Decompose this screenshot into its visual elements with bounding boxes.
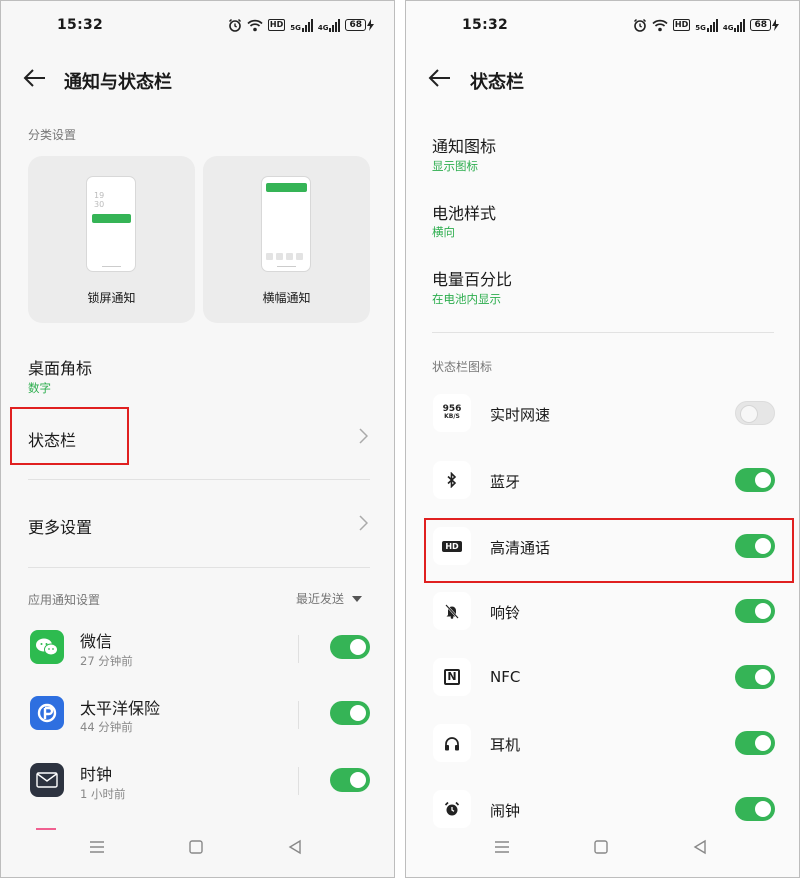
headphones-icon	[433, 724, 471, 762]
alarm-status-icon	[633, 18, 646, 32]
clock-app-icon	[30, 763, 64, 797]
clock-toggle[interactable]	[330, 768, 370, 792]
status-bar: 15:32 HD 5G 4G 68	[406, 15, 799, 37]
toggle-label: 响铃	[490, 604, 521, 622]
headphones-toggle[interactable]	[735, 731, 775, 755]
home-nav-icon[interactable]	[188, 839, 204, 855]
highlight-box-hd-call	[424, 518, 794, 583]
toggle-label: 实时网速	[490, 406, 551, 424]
partial-app-icon	[36, 828, 56, 830]
nfc-icon: N	[433, 658, 471, 696]
banner-preview	[261, 176, 311, 272]
back-arrow-icon[interactable]	[23, 67, 47, 89]
notification-statusbar-screen: 15:32 HD 5G 4G 68 通知与状态栏 分类设置 19 30 锁屏通知	[0, 0, 395, 878]
lockscreen-notification-card[interactable]: 19 30 锁屏通知	[28, 156, 195, 323]
signal-4g-icon: 4G	[723, 18, 746, 32]
hd-status-icon: HD	[672, 19, 691, 31]
battery-icon: 68	[345, 19, 374, 31]
dropdown-arrow-icon	[352, 595, 363, 602]
navigation-bar	[1, 839, 394, 863]
panel-separator	[395, 0, 405, 878]
app-name: 太平洋保险	[80, 699, 161, 718]
page-title: 状态栏	[470, 72, 524, 93]
setting-title: 电量百分比	[432, 270, 513, 289]
chevron-right-icon	[359, 428, 368, 444]
battery-icon: 68	[750, 19, 779, 31]
signal-5g-icon: 5G	[290, 18, 313, 32]
bluetooth-icon	[433, 461, 471, 499]
banner-notification-card[interactable]: 横幅通知	[203, 156, 370, 323]
ringer-toggle[interactable]	[735, 599, 775, 623]
toggle-label: 耳机	[490, 736, 521, 754]
divider	[28, 479, 370, 480]
page-header: 状态栏	[406, 65, 799, 93]
lockscreen-card-label: 锁屏通知	[87, 291, 136, 305]
chevron-right-icon	[359, 515, 368, 531]
setting-value: 在电池内显示	[432, 292, 501, 306]
app-name: 时钟	[80, 765, 113, 784]
alarm-toggle[interactable]	[735, 797, 775, 821]
signal-5g-icon: 5G	[695, 18, 718, 32]
app-last-sent: 1 小时前	[80, 787, 126, 801]
bluetooth-toggle[interactable]	[735, 468, 775, 492]
wifi-status-icon	[652, 19, 668, 31]
alarm-icon	[433, 790, 471, 828]
nfc-toggle[interactable]	[735, 665, 775, 689]
menu-nav-icon[interactable]	[89, 839, 105, 855]
network-speed-toggle[interactable]	[735, 401, 775, 425]
back-nav-icon[interactable]	[287, 839, 303, 855]
hd-status-icon: HD	[267, 19, 286, 31]
alarm-status-icon	[228, 18, 241, 32]
divider	[432, 332, 774, 333]
cpic-icon	[30, 696, 64, 730]
sort-dropdown[interactable]: 最近发送	[296, 590, 363, 607]
back-arrow-icon[interactable]	[428, 67, 452, 89]
status-bar: 15:32 HD 5G 4G 68	[1, 15, 394, 37]
banner-card-label: 横幅通知	[262, 291, 311, 305]
back-nav-icon[interactable]	[692, 839, 708, 855]
app-last-sent: 27 分钟前	[80, 654, 133, 668]
badge-title: 桌面角标	[28, 359, 93, 378]
setting-title: 通知图标	[432, 137, 497, 156]
highlight-box-statusbar	[10, 407, 129, 465]
app-notification-section-label: 应用通知设置	[28, 593, 101, 607]
page-title: 通知与状态栏	[64, 72, 172, 93]
setting-title: 电池样式	[432, 204, 497, 223]
status-time: 15:32	[462, 17, 509, 33]
vertical-divider	[298, 701, 299, 729]
toggle-label: 闹钟	[490, 802, 521, 820]
cpic-toggle[interactable]	[330, 701, 370, 725]
navigation-bar	[406, 839, 799, 863]
app-name: 微信	[80, 632, 113, 651]
wechat-toggle[interactable]	[330, 635, 370, 659]
status-time: 15:32	[57, 17, 104, 33]
badge-value: 数字	[28, 381, 51, 395]
more-settings-label: 更多设置	[28, 518, 93, 537]
signal-4g-icon: 4G	[318, 18, 341, 32]
network-speed-icon: 956 KB/S	[433, 394, 471, 432]
statusbar-icons-section-label: 状态栏图标	[432, 360, 493, 374]
toggle-label: 蓝牙	[490, 473, 521, 491]
category-section-label: 分类设置	[28, 128, 77, 142]
menu-nav-icon[interactable]	[494, 839, 510, 855]
app-last-sent: 44 分钟前	[80, 720, 133, 734]
lockscreen-preview: 19 30	[86, 176, 136, 272]
vertical-divider	[298, 767, 299, 795]
divider	[28, 567, 370, 568]
vertical-divider	[298, 635, 299, 663]
setting-value: 显示图标	[432, 159, 478, 173]
wifi-status-icon	[247, 19, 263, 31]
setting-value: 横向	[432, 225, 455, 239]
statusbar-settings-screen: 15:32 HD 5G 4G 68 状态栏 通知图标 显示图标 电池样式 横向 …	[405, 0, 800, 878]
ringer-mute-icon	[433, 592, 471, 630]
wechat-icon	[30, 630, 64, 664]
home-nav-icon[interactable]	[593, 839, 609, 855]
page-header: 通知与状态栏	[1, 65, 394, 93]
toggle-label: NFC	[490, 668, 521, 686]
